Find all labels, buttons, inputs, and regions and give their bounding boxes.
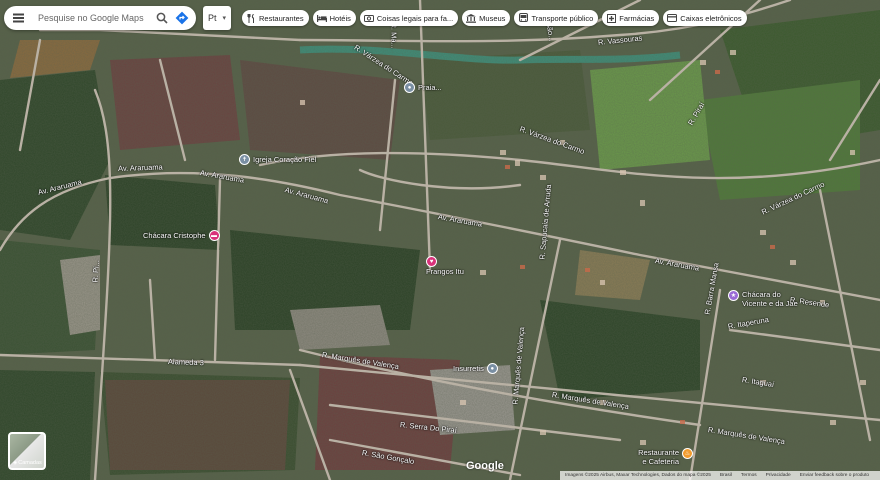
poi-label: Igreja Coração Fiel: [253, 155, 317, 164]
fork-knife-icon: ♨: [682, 448, 693, 459]
satellite-map[interactable]: R. Várzea do Carmo R. Vassouras R. Ma...…: [0, 0, 880, 480]
poi-chacara-cristophe[interactable]: ▬ Chácara Cristophe: [140, 230, 220, 241]
attribution-bar: Imagens ©2025 Airbus, Maxar Technologies…: [560, 471, 880, 480]
hamburger-icon: [12, 17, 24, 19]
search-box: [4, 6, 196, 30]
pharmacy-icon: [606, 13, 616, 23]
search-icon[interactable]: [152, 8, 172, 28]
map-imagery: [0, 0, 880, 480]
church-icon: ✝: [239, 154, 250, 165]
bed-icon: [316, 13, 327, 23]
street-label: R. Ma...: [389, 22, 399, 49]
place-pin-icon: ●: [404, 82, 415, 93]
chip-label: Caixas eletrônicos: [680, 13, 742, 23]
chip-label: Museus: [479, 13, 506, 23]
layers-button[interactable]: ◈ Camadas: [8, 432, 46, 470]
directions-icon[interactable]: [172, 8, 192, 28]
street-label: R. Pi...: [90, 259, 102, 283]
language-label: Pt: [208, 13, 217, 23]
chip-pharmacies[interactable]: Farmácias: [602, 10, 660, 26]
chip-hotels[interactable]: Hotéis: [312, 10, 356, 26]
bed-icon: ▬: [208, 230, 220, 241]
privacy-link[interactable]: Privacidade: [766, 473, 791, 478]
language-selector[interactable]: Pt ▾: [203, 6, 231, 30]
poi-label: Restaurante e Cafeteria: [638, 448, 679, 466]
feedback-link[interactable]: Enviar feedback sobre o produto: [800, 473, 869, 478]
poi-insurretis[interactable]: ● Insurretis: [450, 363, 498, 374]
place-pin-icon: ●: [486, 363, 498, 374]
poi-restaurante[interactable]: ♨ Restaurante e Cafeteria: [630, 448, 693, 466]
poi-praia[interactable]: ● Praia...: [404, 82, 442, 93]
street-label: Av. Araruama: [117, 162, 163, 173]
star-icon: ★: [728, 290, 739, 301]
bus-icon: [518, 13, 528, 23]
camera-icon: [363, 13, 374, 23]
chip-things-to-do[interactable]: Coisas legais para fa...: [359, 10, 459, 26]
chip-transit[interactable]: Transporte público: [514, 10, 599, 26]
poi-label: Insurretis: [453, 364, 484, 373]
chip-museums[interactable]: Museus: [462, 10, 511, 26]
chip-label: Farmácias: [619, 13, 655, 23]
chip-atms[interactable]: Caixas eletrônicos: [663, 10, 747, 26]
chip-label: Hotéis: [329, 13, 351, 23]
google-logo: Google: [466, 460, 504, 472]
menu-button[interactable]: [6, 6, 30, 30]
museum-icon: [466, 13, 477, 23]
poi-label: Chácara Cristophe: [143, 231, 206, 240]
poi-label: Chácara do Vicente e da Jae: [742, 290, 798, 308]
poi-frangos[interactable]: ♥ Frangos Itu: [426, 256, 464, 276]
atm-icon: [667, 13, 678, 23]
category-chips: Restaurantes Hotéis Coisas legais para f…: [242, 10, 747, 26]
chip-label: Coisas legais para fa...: [376, 13, 454, 23]
layers-label: Camadas: [18, 460, 42, 466]
poi-label: Frangos Itu: [426, 267, 464, 276]
imagery-credit: Imagens ©2025 Airbus, Maxar Technologies…: [565, 473, 711, 478]
poi-chacara-vicente[interactable]: ★ Chácara do Vicente e da Jae: [728, 290, 806, 308]
layers-label-wrap: ◈ Camadas: [13, 460, 42, 466]
chip-label: Restaurantes: [259, 13, 304, 23]
chevron-down-icon: ▾: [222, 15, 227, 22]
heart-icon: ♥: [426, 256, 437, 267]
terms-link[interactable]: Termos: [741, 473, 757, 478]
chip-label: Transporte público: [531, 13, 594, 23]
poi-label: Praia...: [418, 83, 442, 92]
country-link[interactable]: Brasil: [720, 473, 732, 478]
search-input[interactable]: [36, 12, 148, 24]
chip-restaurants[interactable]: Restaurantes: [242, 10, 309, 26]
poi-igreja[interactable]: ✝ Igreja Coração Fiel: [239, 154, 316, 165]
street-label: Alameda 3: [167, 357, 204, 368]
fork-knife-icon: [246, 13, 256, 23]
layers-icon: ◈: [13, 460, 18, 466]
